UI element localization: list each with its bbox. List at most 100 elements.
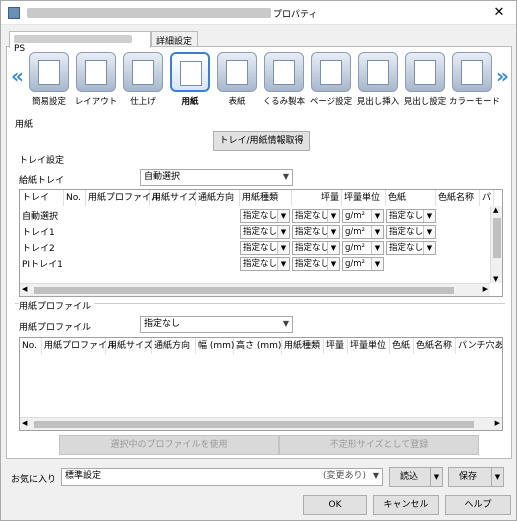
- row1-color-select[interactable]: 指定なし ▼: [386, 225, 436, 239]
- chevron-down-icon[interactable]: ▼: [491, 468, 503, 486]
- row0-unit-select[interactable]: g/m² ▼: [342, 209, 384, 223]
- tab-insert-label: 見出し挿入: [356, 97, 400, 107]
- row3-weight-select[interactable]: 指定なし ▼: [292, 257, 340, 271]
- tab-insert-icon: [358, 52, 398, 92]
- finishing-label: 仕上げ: [130, 97, 156, 107]
- tab-tab-insert[interactable]: 見出し挿入: [355, 52, 401, 107]
- col-width: 幅 (mm): [196, 338, 234, 354]
- printer-name-blurred: [27, 8, 271, 18]
- scroll-left-small-icon[interactable]: ◀: [22, 285, 27, 293]
- scroll-right-icon[interactable]: »: [496, 64, 509, 88]
- tray-table-vscroll[interactable]: ▲ ▼: [490, 206, 502, 283]
- cancel-button[interactable]: キャンセル: [373, 495, 439, 515]
- profile-table: No. 用紙プロファイル 用紙サイズ 通紙方向 幅 (mm) 高さ (mm) 用…: [19, 337, 503, 431]
- col-color: 色紙: [390, 338, 414, 354]
- col-color-name: 色紙名称: [436, 190, 480, 206]
- ok-button[interactable]: OK: [303, 495, 367, 515]
- col-type: 用紙種類: [240, 190, 292, 206]
- finishing-icon: [123, 52, 163, 92]
- use-profile-button[interactable]: 選択中のプロファイルを使用: [59, 435, 279, 455]
- tab-layout[interactable]: レイアウト: [73, 52, 119, 107]
- row1-weight-select[interactable]: 指定なし ▼: [292, 225, 340, 239]
- quick-setting-label: 簡易設定: [31, 97, 66, 107]
- row2-color-select[interactable]: 指定なし ▼: [386, 241, 436, 255]
- favorites-select[interactable]: 標準設定 (変更あり) ▼: [61, 468, 383, 486]
- col-punch: パンチ穴あ: [456, 338, 502, 354]
- col-no: No.: [20, 338, 42, 354]
- col-profile: 用紙プロファイル: [42, 338, 116, 354]
- row2-type-select[interactable]: 指定なし ▼: [240, 241, 290, 255]
- tab-color-mode[interactable]: カラーモード: [449, 52, 501, 107]
- load-button[interactable]: 読込 ▼: [389, 467, 443, 487]
- register-custom-size-button[interactable]: 不定形サイズとして登録: [279, 435, 479, 455]
- perfect-binding-label: くるみ製本: [262, 97, 306, 107]
- tab-finishing[interactable]: 仕上げ: [120, 52, 166, 107]
- save-button[interactable]: 保存 ▼: [448, 467, 504, 487]
- favorites-value: 標準設定: [65, 471, 102, 481]
- hscroll-thumb[interactable]: [34, 421, 474, 428]
- feed-tray-value: 自動選択: [144, 172, 181, 182]
- tray-section-title: トレイ設定: [19, 156, 65, 166]
- col-unit: 坪量単位: [348, 338, 390, 354]
- profile-table-hscroll[interactable]: ◀ ▶: [20, 417, 502, 430]
- row3-type-select[interactable]: 指定なし ▼: [240, 257, 290, 271]
- col-type: 用紙種類: [282, 338, 324, 354]
- scroll-left-small-icon[interactable]: ◀: [22, 419, 27, 427]
- cover-icon: [217, 52, 257, 92]
- feed-tray-select[interactable]: 自動選択 ▼: [140, 169, 293, 186]
- scroll-right-small-icon[interactable]: ▶: [483, 285, 488, 293]
- row1-unit-select[interactable]: g/m² ▼: [342, 225, 384, 239]
- hscroll-thumb[interactable]: [34, 287, 454, 294]
- tab-cover[interactable]: 表紙: [214, 52, 260, 107]
- col-no: No.: [64, 190, 86, 206]
- vscroll-thumb[interactable]: [493, 218, 501, 258]
- row1-type-select[interactable]: 指定なし ▼: [240, 225, 290, 239]
- tab-advanced[interactable]: 詳細設定: [151, 31, 198, 47]
- close-button[interactable]: ✕: [482, 1, 516, 24]
- col-direction: 通紙方向: [152, 338, 196, 354]
- profile-label: 用紙プロファイル: [19, 323, 92, 333]
- scroll-left-icon[interactable]: «: [11, 64, 24, 88]
- col-profile: 用紙プロファイル: [86, 190, 160, 206]
- tab-setting-icon: [405, 52, 445, 92]
- row0-color-select[interactable]: 指定なし ▼: [386, 209, 436, 223]
- main-panel: « 簡易設定 レイアウト 仕上げ 用紙 表紙 くるみ製本 ページ設定 見出し挿入…: [6, 46, 512, 459]
- chevron-down-icon[interactable]: ▼: [430, 468, 442, 486]
- col-weight: 坪量: [324, 338, 348, 354]
- tray-table-hscroll[interactable]: ◀ ▶: [20, 283, 490, 296]
- tab-perfect-binding[interactable]: くるみ製本: [261, 52, 307, 107]
- row3-unit-select[interactable]: g/m² ▼: [342, 257, 384, 271]
- tab-paper[interactable]: 用紙: [167, 52, 213, 107]
- paper-section-title: 用紙: [15, 120, 34, 130]
- paper-label: 用紙: [181, 97, 199, 107]
- profile-select[interactable]: 指定なし ▼: [140, 316, 293, 333]
- tab-page-setting[interactable]: ページ設定: [308, 52, 354, 107]
- row0-weight-select[interactable]: 指定なし ▼: [292, 209, 340, 223]
- tab-ps[interactable]: PS: [9, 31, 151, 54]
- color-mode-label: カラーモード: [449, 97, 501, 107]
- tray-table: トレイ No. 用紙プロファイル 用紙サイズ 通紙方向 用紙種類 坪量 坪量単位…: [19, 189, 503, 297]
- tab-name-blurred: [14, 34, 132, 43]
- row2-weight-select[interactable]: 指定なし ▼: [292, 241, 340, 255]
- scroll-up-icon[interactable]: ▲: [493, 206, 498, 214]
- feed-tray-label: 給紙トレイ: [19, 176, 65, 186]
- quick-setting-icon: [29, 52, 69, 92]
- row-tray-name: トレイ2: [22, 244, 55, 254]
- col-tray: トレイ: [20, 190, 64, 206]
- col-unit: 坪量単位: [342, 190, 386, 206]
- row2-unit-select[interactable]: g/m² ▼: [342, 241, 384, 255]
- help-button[interactable]: ヘルプ: [445, 495, 511, 515]
- tab-quick-setting[interactable]: 簡易設定: [26, 52, 72, 107]
- dialog-footer: お気に入り 標準設定 (変更あり) ▼ 読込 ▼ 保存 ▼ OK キャンセル ヘルプ: [1, 463, 516, 521]
- tab-tab-setting[interactable]: 見出し設定: [402, 52, 448, 107]
- page-setting-icon: [311, 52, 351, 92]
- row0-type-select[interactable]: 指定なし ▼: [240, 209, 290, 223]
- cover-label: 表紙: [228, 97, 246, 107]
- row-tray-name: PIトレイ1: [22, 260, 63, 270]
- scroll-right-small-icon[interactable]: ▶: [495, 419, 500, 427]
- scroll-down-icon[interactable]: ▼: [493, 275, 498, 283]
- profile-value: 指定なし: [144, 319, 181, 329]
- properties-dialog: プロパティ ✕ PS 詳細設定 « 簡易設定 レイアウト 仕上げ 用紙 表紙 く…: [0, 0, 517, 521]
- get-tray-info-button[interactable]: トレイ/用紙情報取得: [213, 131, 310, 151]
- row-tray-name: トレイ1: [22, 228, 55, 238]
